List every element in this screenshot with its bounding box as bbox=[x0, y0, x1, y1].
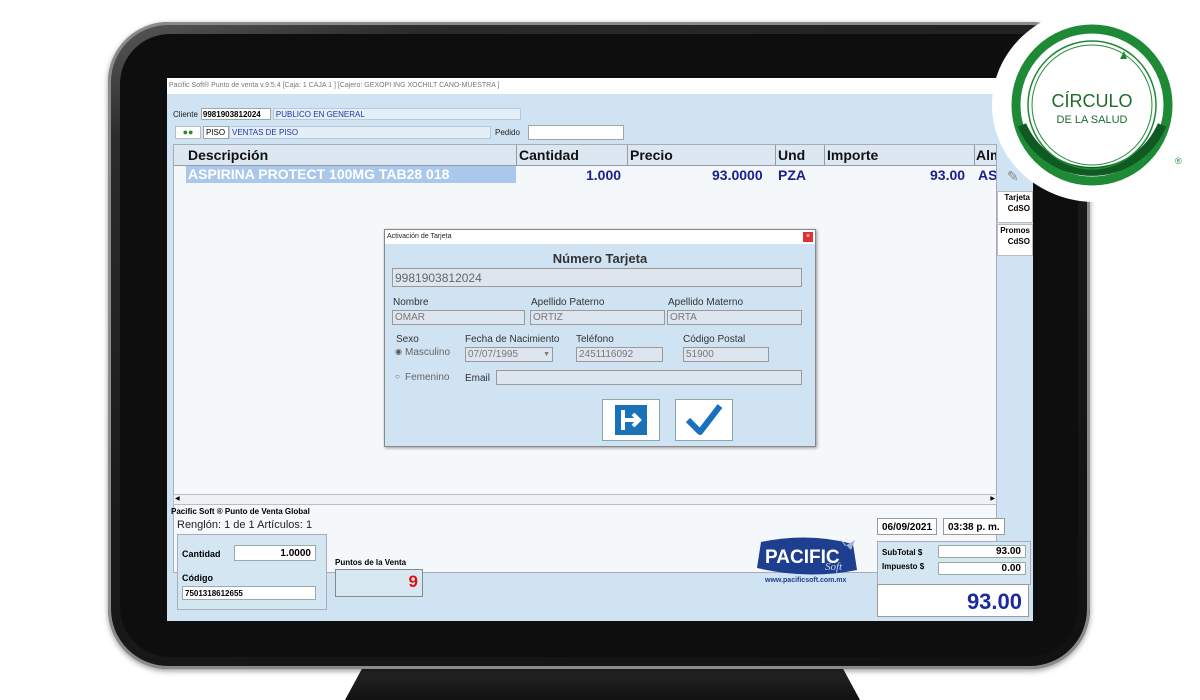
logo-line1: CÍRCULO bbox=[1051, 91, 1132, 111]
row-und: PZA bbox=[778, 167, 806, 183]
totals-panel: SubTotal $ 93.00 Impuesto $ 0.00 bbox=[877, 541, 1031, 585]
piso-row: ●● PISO VENTAS DE PISO Pedido bbox=[175, 124, 624, 140]
codigo-postal-field[interactable]: 51900 bbox=[683, 347, 769, 362]
codigo-label: Código bbox=[182, 573, 213, 583]
femenino-radio-icon[interactable]: ○ bbox=[395, 372, 400, 381]
exit-button[interactable] bbox=[602, 399, 660, 441]
col-importe[interactable]: Importe bbox=[827, 147, 878, 163]
row-descripcion: ASPIRINA PROTECT 100MG TAB28 018 bbox=[186, 166, 516, 183]
card-number-field[interactable]: 9981903812024 bbox=[392, 268, 802, 287]
subtotal-value: 93.00 bbox=[938, 545, 1026, 558]
codigo-field[interactable]: 7501318612655 bbox=[182, 586, 316, 600]
apellido-paterno-field[interactable]: ORTIZ bbox=[530, 310, 665, 325]
card-activation-dialog: Activación de Tarjeta × Número Tarjeta 9… bbox=[384, 229, 816, 447]
col-und[interactable]: Und bbox=[778, 147, 805, 163]
grid-horizontal-scrollbar[interactable]: ◀ ▶ bbox=[173, 494, 997, 505]
fecha-nacimiento-value: 07/07/1995 bbox=[468, 349, 519, 360]
pacific-soft-logo: PACIFIC Soft bbox=[753, 536, 863, 576]
confirm-button[interactable] bbox=[675, 399, 733, 441]
codigo-postal-label: Código Postal bbox=[683, 334, 746, 345]
femenino-label[interactable]: Femenino bbox=[405, 372, 449, 383]
impuesto-value: 0.00 bbox=[938, 562, 1026, 575]
cantidad-label: Cantidad bbox=[182, 549, 221, 559]
close-icon[interactable]: × bbox=[803, 232, 813, 242]
impuesto-label: Impuesto $ bbox=[882, 562, 925, 571]
brand-url[interactable]: www.pacificsoft.com.mx bbox=[765, 577, 846, 584]
date-field: 06/09/2021 bbox=[877, 518, 938, 535]
cantidad-field[interactable]: 1.0000 bbox=[234, 545, 316, 561]
points-box: 9 bbox=[335, 569, 423, 597]
telefono-field[interactable]: 2451116092 bbox=[576, 347, 663, 362]
chevron-down-icon[interactable]: ▼ bbox=[543, 348, 550, 362]
apellido-materno-field[interactable]: ORTA bbox=[667, 310, 802, 325]
apellido-paterno-label: Apellido Paterno bbox=[531, 297, 605, 308]
logo-line2: DE LA SALUD bbox=[1057, 114, 1128, 126]
col-cantidad[interactable]: Cantidad bbox=[519, 147, 579, 163]
email-label: Email bbox=[465, 373, 491, 384]
piso-code-field[interactable]: PISO bbox=[203, 125, 229, 139]
nombre-label: Nombre bbox=[393, 297, 429, 308]
apellido-materno-label: Apellido Materno bbox=[668, 297, 744, 308]
masculino-label[interactable]: Masculino bbox=[405, 347, 450, 358]
telefono-label: Teléfono bbox=[576, 334, 614, 345]
col-precio[interactable]: Precio bbox=[630, 147, 673, 163]
points-value: 9 bbox=[408, 572, 418, 591]
users-icon[interactable]: ●● bbox=[175, 125, 201, 139]
status-title: Pacific Soft ® Punto de Venta Global bbox=[171, 507, 310, 516]
client-label: Cliente bbox=[173, 109, 198, 119]
client-number-field[interactable]: 9981903812024 bbox=[200, 108, 271, 120]
dialog-title: Activación de Tarjeta bbox=[385, 230, 815, 244]
client-row: Cliente 9981903812024 PUBLICO EN GENERAL bbox=[173, 107, 521, 121]
pedido-label: Pedido bbox=[495, 127, 520, 137]
nombre-field[interactable]: OMAR bbox=[392, 310, 525, 325]
fecha-nacimiento-label: Fecha de Nacimiento bbox=[465, 334, 560, 345]
row-precio: 93.0000 bbox=[712, 167, 763, 183]
fecha-nacimiento-field[interactable]: 07/07/1995 ▼ bbox=[465, 347, 553, 362]
promos-cdso-button[interactable]: Promos CdSO bbox=[997, 224, 1033, 256]
pedido-field[interactable] bbox=[528, 124, 624, 140]
col-descripcion[interactable]: Descripción bbox=[188, 147, 268, 163]
status-line: Renglón: 1 de 1 Artículos: 1 bbox=[177, 519, 313, 531]
scroll-left-icon[interactable]: ◀ bbox=[175, 495, 180, 502]
subtotal-label: SubTotal $ bbox=[882, 548, 923, 557]
row-importe: 93.00 bbox=[930, 167, 966, 183]
grand-total: 93.00 bbox=[877, 584, 1029, 617]
window-title: Pacific Soft® Punto de venta v.9.5.4 [Ca… bbox=[167, 78, 1033, 94]
points-label: Puntos de la Venta bbox=[335, 558, 407, 567]
exit-icon bbox=[615, 405, 647, 435]
entry-panel: Cantidad 1.0000 Código 7501318612655 bbox=[177, 534, 327, 610]
masculino-radio-icon[interactable]: ◉ bbox=[395, 347, 402, 356]
piso-name: VENTAS DE PISO bbox=[229, 125, 491, 139]
sexo-label: Sexo bbox=[396, 334, 419, 345]
grid-header: Descripción Cantidad Precio Und Importe … bbox=[174, 145, 996, 166]
dialog-heading: Número Tarjeta bbox=[552, 251, 648, 266]
pos-window: Pacific Soft® Punto de venta v.9.5.4 [Ca… bbox=[167, 78, 1033, 621]
table-row[interactable]: ASPIRINA PROTECT 100MG TAB28 018 1.000 9… bbox=[174, 166, 996, 183]
email-field[interactable] bbox=[496, 370, 802, 385]
circulo-de-la-salud-logo: CÍRCULO DE LA SALUD ® bbox=[992, 5, 1198, 205]
logo-sub: Soft bbox=[825, 561, 843, 573]
client-name: PUBLICO EN GENERAL bbox=[272, 108, 521, 120]
logo-registered: ® bbox=[1175, 156, 1182, 166]
checkmark-icon bbox=[685, 404, 723, 435]
time-field: 03:38 p. m. bbox=[943, 518, 1005, 535]
row-cantidad: 1.000 bbox=[586, 167, 622, 183]
scroll-right-icon[interactable]: ▶ bbox=[990, 495, 995, 502]
